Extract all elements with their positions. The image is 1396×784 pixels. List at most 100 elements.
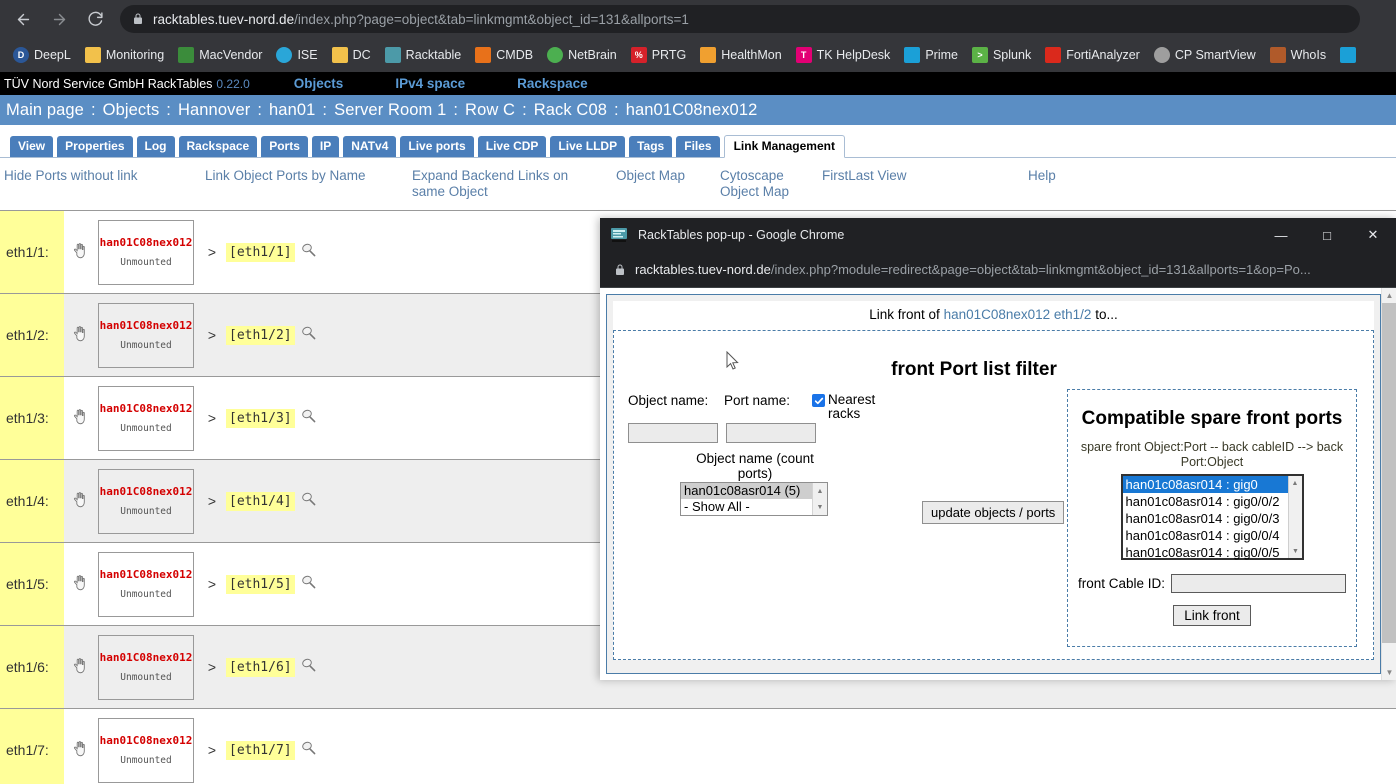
tab-properties[interactable]: Properties bbox=[57, 136, 132, 157]
hand-pointer-icon[interactable] bbox=[72, 326, 87, 345]
bookmark-ise[interactable]: ISE bbox=[269, 44, 324, 66]
tab-live-lldp[interactable]: Live LLDP bbox=[550, 136, 625, 157]
topnav-ipv4-space[interactable]: IPv4 space bbox=[395, 76, 465, 91]
breadcrumb-item[interactable]: Hannover bbox=[178, 101, 250, 120]
object-box[interactable]: han01C08nex012Unmounted bbox=[98, 635, 194, 700]
subnav-hide-ports-without-link[interactable]: Hide Ports without link bbox=[4, 168, 138, 184]
object-name-listbox[interactable]: han01c08asr014 (5)- Show All - ▲ ▼ bbox=[680, 482, 828, 516]
bookmark-whois[interactable]: WhoIs bbox=[1263, 44, 1333, 66]
magnifier-icon[interactable] bbox=[301, 408, 317, 427]
port-name-tag[interactable]: [eth1/5] bbox=[226, 575, 295, 594]
tab-rackspace[interactable]: Rackspace bbox=[179, 136, 258, 157]
object-box[interactable]: han01C08nex012Unmounted bbox=[98, 386, 194, 451]
bookmark-deepl[interactable]: DDeepL bbox=[6, 44, 78, 66]
object-box[interactable]: han01C08nex012Unmounted bbox=[98, 303, 194, 368]
maximize-button[interactable]: □ bbox=[1304, 218, 1350, 252]
spare-ports-listbox[interactable]: ▲ ▼ han01c08asr014 : gig0han01c08asr014 … bbox=[1121, 474, 1304, 560]
bookmark-cp-smartview[interactable]: CP SmartView bbox=[1147, 44, 1263, 66]
magnifier-icon[interactable] bbox=[301, 491, 317, 510]
bookmark-splunk[interactable]: >Splunk bbox=[965, 44, 1038, 66]
close-button[interactable]: ✕ bbox=[1350, 218, 1396, 252]
subnav-firstlast-view[interactable]: FirstLast View bbox=[822, 168, 907, 184]
tab-natv4[interactable]: NATv4 bbox=[343, 136, 396, 157]
bookmark-item-16[interactable] bbox=[1333, 44, 1363, 66]
subnav-object-map[interactable]: Object Map bbox=[616, 168, 685, 184]
tab-link-management[interactable]: Link Management bbox=[724, 135, 845, 158]
port-name-tag[interactable]: [eth1/6] bbox=[226, 658, 295, 677]
hand-pointer-icon[interactable] bbox=[72, 575, 87, 594]
scroll-down-icon[interactable]: ▼ bbox=[1289, 544, 1303, 558]
bookmark-netbrain[interactable]: NetBrain bbox=[540, 44, 624, 66]
bookmark-prime[interactable]: Prime bbox=[897, 44, 965, 66]
hand-icon-cell[interactable] bbox=[64, 709, 94, 784]
hand-icon-cell[interactable] bbox=[64, 377, 94, 460]
spare-port-option[interactable]: han01c08asr014 : gig0/0/4 bbox=[1123, 527, 1302, 544]
breadcrumb-item[interactable]: Main page bbox=[6, 101, 84, 120]
update-objects-ports-button[interactable]: update objects / ports bbox=[922, 501, 1064, 524]
listbox-scrollbar[interactable]: ▲ ▼ bbox=[812, 483, 827, 515]
tab-ports[interactable]: Ports bbox=[261, 136, 308, 157]
bookmark-fortianalyzer[interactable]: FortiAnalyzer bbox=[1038, 44, 1147, 66]
object-box[interactable]: han01C08nex012Unmounted bbox=[98, 469, 194, 534]
scroll-down-icon[interactable]: ▼ bbox=[1382, 665, 1396, 680]
hand-icon-cell[interactable] bbox=[64, 211, 94, 294]
port-name-tag[interactable]: [eth1/7] bbox=[226, 741, 295, 760]
breadcrumb-item[interactable]: Rack C08 bbox=[534, 101, 607, 120]
tab-log[interactable]: Log bbox=[137, 136, 175, 157]
topnav-rackspace[interactable]: Rackspace bbox=[517, 76, 588, 91]
magnifier-icon[interactable] bbox=[301, 740, 317, 759]
magnifier-icon[interactable] bbox=[301, 242, 317, 261]
bookmark-racktable[interactable]: Racktable bbox=[378, 44, 469, 66]
hand-icon-cell[interactable] bbox=[64, 294, 94, 377]
hand-pointer-icon[interactable] bbox=[72, 409, 87, 428]
link-front-object-link[interactable]: han01C08nex012 eth1/2 bbox=[944, 307, 1092, 322]
spare-port-option[interactable]: han01c08asr014 : gig0/0/5 bbox=[1123, 544, 1302, 561]
bookmark-dc[interactable]: DC bbox=[325, 44, 378, 66]
minimize-button[interactable]: — bbox=[1258, 218, 1304, 252]
scroll-down-icon[interactable]: ▼ bbox=[813, 499, 827, 515]
bookmark-cmdb[interactable]: CMDB bbox=[468, 44, 540, 66]
magnifier-icon[interactable] bbox=[301, 325, 317, 344]
subnav-link-object-ports-by-name[interactable]: Link Object Ports by Name bbox=[205, 168, 366, 184]
scroll-up-icon[interactable]: ▲ bbox=[1382, 288, 1396, 303]
reload-icon[interactable] bbox=[80, 4, 110, 34]
bookmark-macvendor[interactable]: MacVendor bbox=[171, 44, 269, 66]
breadcrumb-item[interactable]: Objects bbox=[103, 101, 160, 120]
bookmark-healthmon[interactable]: HealthMon bbox=[693, 44, 788, 66]
magnifier-icon[interactable] bbox=[301, 657, 317, 676]
address-bar[interactable]: racktables.tuev-nord.de/index.php?page=o… bbox=[120, 5, 1360, 33]
object-box[interactable]: han01C08nex012Unmounted bbox=[98, 220, 194, 285]
spare-port-option[interactable]: han01c08asr014 : gig0/0/2 bbox=[1123, 493, 1302, 510]
topnav-objects[interactable]: Objects bbox=[294, 76, 344, 91]
front-cable-id-input[interactable] bbox=[1171, 574, 1346, 593]
link-front-button[interactable]: Link front bbox=[1173, 605, 1251, 626]
tab-files[interactable]: Files bbox=[676, 136, 719, 157]
hand-icon-cell[interactable] bbox=[64, 626, 94, 709]
nearest-racks-checkbox-wrap[interactable]: Nearest racks bbox=[812, 393, 894, 421]
listbox-option[interactable]: han01c08asr014 (5) bbox=[681, 483, 827, 499]
spare-list-scrollbar[interactable]: ▲ ▼ bbox=[1288, 476, 1302, 558]
scroll-up-icon[interactable]: ▲ bbox=[813, 483, 827, 499]
bookmark-tk-helpdesk[interactable]: TTK HelpDesk bbox=[789, 44, 898, 66]
port-name-tag[interactable]: [eth1/1] bbox=[226, 243, 295, 262]
breadcrumb-item[interactable]: han01 bbox=[269, 101, 315, 120]
subnav-help[interactable]: Help bbox=[1028, 168, 1056, 184]
hand-icon-cell[interactable] bbox=[64, 543, 94, 626]
tab-tags[interactable]: Tags bbox=[629, 136, 672, 157]
hand-pointer-icon[interactable] bbox=[72, 741, 87, 760]
spare-port-option[interactable]: han01c08asr014 : gig0 bbox=[1123, 476, 1302, 493]
hand-pointer-icon[interactable] bbox=[72, 658, 87, 677]
breadcrumb-item[interactable]: Server Room 1 bbox=[334, 101, 446, 120]
back-arrow-icon[interactable] bbox=[8, 4, 38, 34]
object-box[interactable]: han01C08nex012Unmounted bbox=[98, 718, 194, 783]
port-name-tag[interactable]: [eth1/3] bbox=[226, 409, 295, 428]
port-name-input[interactable] bbox=[726, 423, 816, 443]
tab-live-ports[interactable]: Live ports bbox=[400, 136, 473, 157]
tab-ip[interactable]: IP bbox=[312, 136, 339, 157]
tab-live-cdp[interactable]: Live CDP bbox=[478, 136, 547, 157]
hand-pointer-icon[interactable] bbox=[72, 492, 87, 511]
port-name-tag[interactable]: [eth1/4] bbox=[226, 492, 295, 511]
hand-pointer-icon[interactable] bbox=[72, 243, 87, 262]
object-name-input[interactable] bbox=[628, 423, 718, 443]
checkbox-checked-icon[interactable] bbox=[812, 394, 825, 407]
